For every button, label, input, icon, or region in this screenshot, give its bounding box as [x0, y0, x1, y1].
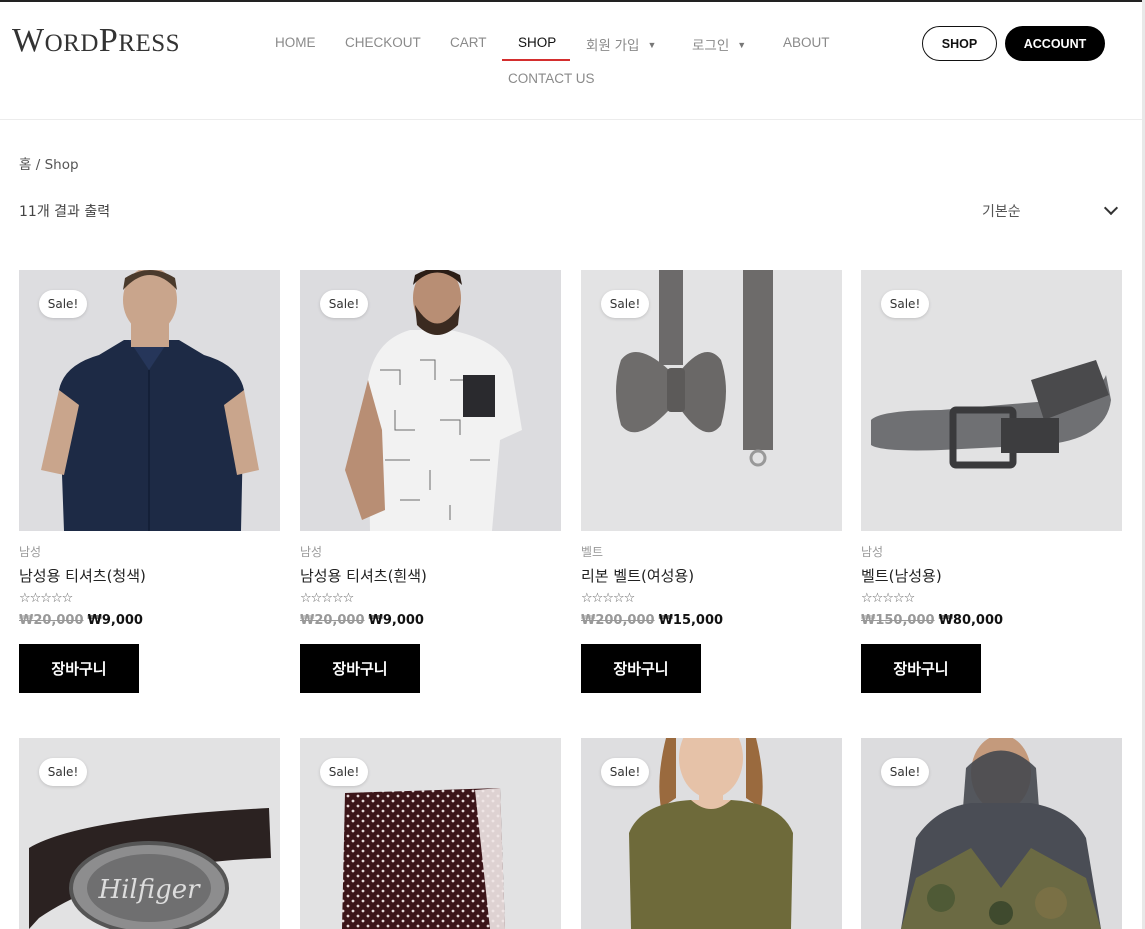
star-rating: ☆☆☆☆☆ [861, 591, 915, 606]
caret-down-icon: ▼ [737, 40, 747, 50]
product-price: ₩150,000 ₩80,000 [861, 613, 1003, 628]
add-to-cart-button[interactable]: 장바구니 [19, 644, 139, 693]
nav-login-label: 로그인 [692, 38, 730, 53]
product-image[interactable]: Sale! [19, 270, 280, 531]
nav-cart[interactable]: CART [450, 35, 487, 50]
site-header: WORDPRESS HOME CHECKOUT CART SHOP 회원 가입 ▼… [0, 2, 1145, 120]
nav-contact[interactable]: CONTACT US [508, 71, 595, 86]
product-card: Sale! 남성 남성용 티셔츠(흰색) ☆☆☆☆☆ ₩20,000 ₩9,000… [300, 270, 561, 693]
product-title[interactable]: 리본 벨트(여성용) [581, 565, 694, 586]
nav-home[interactable]: HOME [275, 35, 316, 50]
product-category[interactable]: 남성 [19, 543, 41, 560]
star-rating: ☆☆☆☆☆ [581, 591, 635, 606]
nav-signup-label: 회원 가입 [586, 38, 640, 53]
product-image[interactable]: Sale! [300, 738, 561, 929]
product-image[interactable]: Sale! [300, 270, 561, 531]
product-category[interactable]: 남성 [861, 543, 883, 560]
old-price: ₩20,000 [19, 613, 84, 628]
buckle-text: Hilfiger [97, 875, 201, 905]
sale-price: ₩15,000 [658, 613, 724, 628]
sale-badge: Sale! [601, 290, 649, 318]
nav-signup[interactable]: 회원 가입 ▼ [586, 34, 656, 54]
old-price: ₩20,000 [300, 613, 365, 628]
product-card: Sale! 벨트 리본 벨트(여성용) ☆☆☆☆☆ ₩200,000 ₩15,00… [581, 270, 842, 693]
nav-shop[interactable]: SHOP [518, 35, 556, 50]
nav-checkout[interactable]: CHECKOUT [345, 35, 421, 50]
breadcrumb-current: Shop [44, 157, 79, 173]
site-logo[interactable]: WORDPRESS [12, 22, 180, 60]
sale-price: ₩80,000 [938, 613, 1004, 628]
product-image[interactable]: Sale! [861, 270, 1122, 531]
breadcrumb: 홈 / Shop [19, 153, 79, 173]
product-card: Sale! [581, 738, 842, 929]
sale-badge: Sale! [39, 290, 87, 318]
star-rating: ☆☆☆☆☆ [19, 591, 73, 606]
product-price: ₩20,000 ₩9,000 [19, 613, 143, 628]
add-to-cart-button[interactable]: 장바구니 [861, 644, 981, 693]
product-category[interactable]: 남성 [300, 543, 322, 560]
sale-badge: Sale! [39, 758, 87, 786]
sale-price: ₩9,000 [368, 613, 424, 628]
product-card: Sale! 남성 벨트(남성용) ☆☆☆☆☆ ₩150,000 ₩80,000 장… [861, 270, 1122, 693]
breadcrumb-separator: / [31, 157, 45, 173]
result-count: 11개 결과 출력 [19, 204, 111, 220]
product-card: Sale! [861, 738, 1122, 929]
orderby-selected-label: 기본순 [982, 204, 1021, 220]
product-image[interactable]: Sale! [581, 270, 842, 531]
product-card: Sale! [300, 738, 561, 929]
add-to-cart-button[interactable]: 장바구니 [300, 644, 420, 693]
product-card: Hilfiger Sale! [19, 738, 280, 929]
breadcrumb-home-link[interactable]: 홈 [19, 157, 31, 173]
sale-badge: Sale! [320, 758, 368, 786]
product-title[interactable]: 남성용 티셔츠(흰색) [300, 565, 427, 586]
header-shop-button[interactable]: SHOP [922, 26, 997, 61]
sale-badge: Sale! [881, 290, 929, 318]
old-price: ₩150,000 [861, 613, 935, 628]
header-account-button[interactable]: ACCOUNT [1005, 26, 1105, 61]
product-title[interactable]: 벨트(남성용) [861, 565, 942, 586]
product-image[interactable]: Sale! [861, 738, 1122, 929]
product-title[interactable]: 남성용 티셔츠(청색) [19, 565, 146, 586]
star-rating: ☆☆☆☆☆ [300, 591, 354, 606]
nav-login[interactable]: 로그인 ▼ [692, 34, 746, 54]
chevron-down-icon [1103, 200, 1119, 216]
sale-price: ₩9,000 [87, 613, 143, 628]
product-card: Sale! 남성 남성용 티셔츠(청색) ☆☆☆☆☆ ₩20,000 ₩9,000… [19, 270, 280, 693]
sale-badge: Sale! [601, 758, 649, 786]
product-price: ₩200,000 ₩15,000 [581, 613, 723, 628]
sale-badge: Sale! [881, 758, 929, 786]
nav-active-indicator [502, 59, 570, 61]
product-category[interactable]: 벨트 [581, 543, 603, 560]
product-image[interactable]: Sale! [581, 738, 842, 929]
old-price: ₩200,000 [581, 613, 655, 628]
product-price: ₩20,000 ₩9,000 [300, 613, 424, 628]
product-image[interactable]: Hilfiger Sale! [19, 738, 280, 929]
caret-down-icon: ▼ [647, 40, 657, 50]
orderby-select[interactable]: 기본순 [982, 200, 1122, 221]
nav-about[interactable]: ABOUT [783, 35, 830, 50]
sale-badge: Sale! [320, 290, 368, 318]
add-to-cart-button[interactable]: 장바구니 [581, 644, 701, 693]
